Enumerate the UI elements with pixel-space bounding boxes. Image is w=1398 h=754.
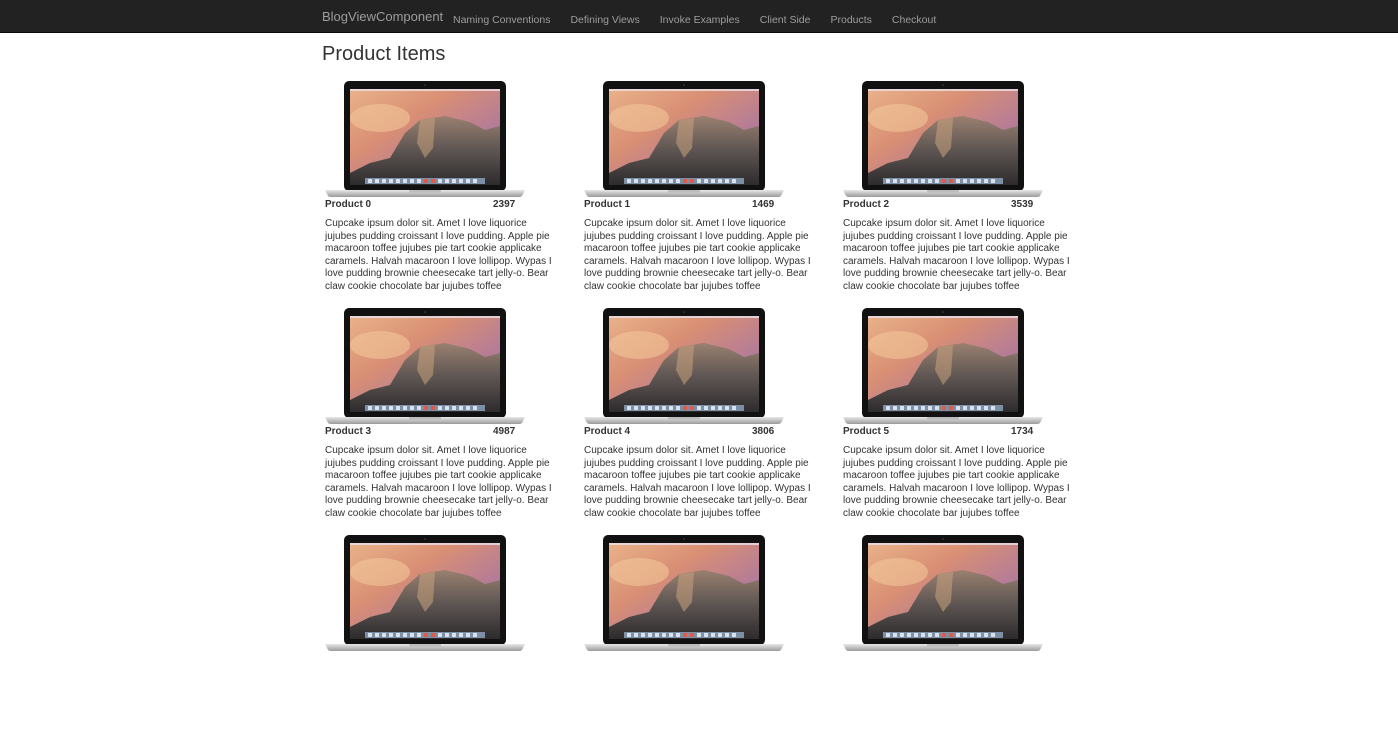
product-price: 2397	[493, 199, 516, 210]
product-description: Cupcake ipsum dolor sit. Amet I love liq…	[584, 445, 811, 519]
laptop-image[interactable]	[843, 532, 1043, 652]
laptop-image[interactable]	[325, 532, 525, 652]
laptop-image[interactable]	[325, 305, 525, 425]
product-price: 3806	[752, 426, 775, 437]
laptop-image[interactable]	[843, 78, 1043, 198]
nav-link-products[interactable]: Products	[830, 14, 871, 26]
laptop-image[interactable]	[843, 305, 1043, 425]
nav-link-client-side[interactable]: Client Side	[760, 14, 811, 26]
product-card	[581, 532, 821, 754]
product-name: Product 0	[325, 199, 372, 210]
product-price: 1734	[1011, 426, 1034, 437]
product-name: Product 2	[843, 199, 890, 210]
product-meta: Product 5 1734	[843, 426, 1043, 440]
product-card: Product 4 3806 Cupcake ipsum dolor sit. …	[581, 305, 821, 527]
product-card: Product 5 1734 Cupcake ipsum dolor sit. …	[840, 305, 1080, 527]
nav-link-invoke-examples[interactable]: Invoke Examples	[660, 14, 740, 26]
nav-item: Defining Views	[570, 10, 639, 28]
product-description: Cupcake ipsum dolor sit. Amet I love liq…	[843, 445, 1070, 519]
product-card	[322, 532, 562, 754]
laptop-image[interactable]	[584, 532, 784, 652]
nav-item: Invoke Examples	[660, 10, 740, 28]
nav-item: Client Side	[760, 10, 811, 28]
product-name: Product 4	[584, 426, 631, 437]
nav-link-naming-conventions[interactable]: Naming Conventions	[453, 14, 550, 26]
nav-item: Checkout	[892, 10, 936, 28]
laptop-image[interactable]	[325, 78, 525, 198]
product-price: 1469	[752, 199, 775, 210]
product-description: Cupcake ipsum dolor sit. Amet I love liq…	[325, 445, 552, 519]
product-meta: Product 3 4987	[325, 426, 525, 440]
navbar: BlogViewComponent Naming Conventions Def…	[0, 0, 1398, 33]
nav-item: Naming Conventions	[453, 10, 550, 28]
nav-link-checkout[interactable]: Checkout	[892, 14, 936, 26]
product-name: Product 3	[325, 426, 372, 437]
product-meta: Product 0 2397	[325, 199, 525, 213]
product-price: 3539	[1011, 199, 1034, 210]
product-description: Cupcake ipsum dolor sit. Amet I love liq…	[584, 218, 811, 292]
product-card: Product 3 4987 Cupcake ipsum dolor sit. …	[322, 305, 562, 527]
product-card: Product 0 2397 Cupcake ipsum dolor sit. …	[322, 78, 562, 300]
product-card: Product 1 1469 Cupcake ipsum dolor sit. …	[581, 78, 821, 300]
product-description: Cupcake ipsum dolor sit. Amet I love liq…	[325, 218, 552, 292]
brand-link[interactable]: BlogViewComponent	[322, 9, 443, 24]
nav-item: Products	[830, 10, 871, 28]
nav-link-defining-views[interactable]: Defining Views	[570, 14, 639, 26]
product-meta: Product 1 1469	[584, 199, 784, 213]
product-meta: Product 2 3539	[843, 199, 1043, 213]
product-meta: Product 4 3806	[584, 426, 784, 440]
product-card: Product 2 3539 Cupcake ipsum dolor sit. …	[840, 78, 1080, 300]
product-name: Product 1	[584, 199, 631, 210]
product-description: Cupcake ipsum dolor sit. Amet I love liq…	[843, 218, 1070, 292]
page-title: Product Items	[322, 43, 446, 65]
laptop-image[interactable]	[584, 305, 784, 425]
product-price: 4987	[493, 426, 516, 437]
product-card	[840, 532, 1080, 754]
product-name: Product 5	[843, 426, 890, 437]
laptop-image[interactable]	[584, 78, 784, 198]
nav-links: Naming Conventions Defining Views Invoke…	[453, 10, 956, 28]
